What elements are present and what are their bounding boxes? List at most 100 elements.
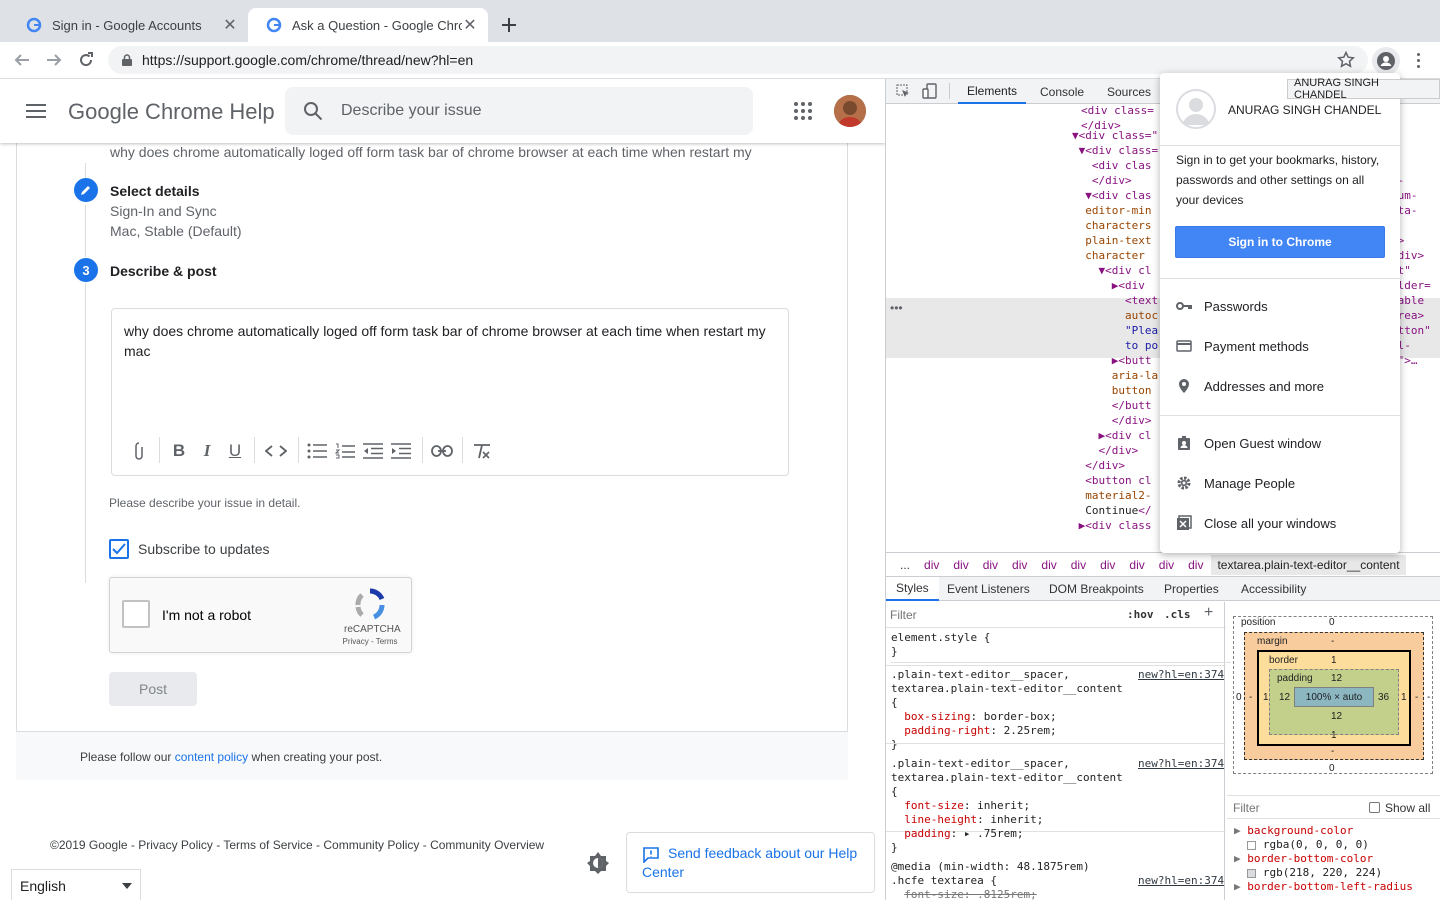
close-tab-icon[interactable]: ✕ [222,17,238,34]
tab-ask-question[interactable]: Ask a Question - Google Chrome ✕ [248,8,488,42]
source-link[interactable]: new?hl=en:374 [1138,874,1224,887]
source-link[interactable]: new?hl=en:374 [1138,757,1224,770]
recaptcha-checkbox[interactable] [122,600,150,628]
language-select[interactable]: English [11,869,141,900]
border-top-value[interactable]: 1 [1331,655,1337,666]
address-bar[interactable]: https://support.google.com/chrome/thread… [108,46,1368,74]
menu-item-passwords[interactable]: Passwords [1160,286,1400,326]
menu-item-addresses[interactable]: Addresses and more [1160,366,1400,406]
element-style-rule[interactable]: element.style { } [891,631,1231,663]
crumb[interactable]: div [1071,558,1086,572]
show-all-checkbox[interactable] [1369,802,1380,813]
device-toolbar-button[interactable] [922,83,938,99]
edit-step-button[interactable] [74,178,98,202]
italic-button[interactable]: I [195,439,219,463]
devtools-tab-sources[interactable]: Sources [1107,79,1151,104]
dom-breakpoints-tab[interactable]: DOM Breakpoints [1049,577,1144,601]
avatar[interactable] [834,95,866,127]
new-tab-button[interactable] [498,14,520,36]
css-value[interactable]: ▸ .75rem; [964,827,1024,840]
numbered-list-button[interactable] [333,439,357,463]
back-button[interactable] [11,49,33,71]
app-title[interactable]: Google Chrome Help [68,99,275,125]
computed-properties[interactable]: ▶ background-color rgba(0, 0, 0, 0) ▶ bo… [1234,824,1413,894]
hamburger-menu-button[interactable] [26,103,46,119]
crumb[interactable]: ... [900,558,910,572]
show-all-label[interactable]: Show all [1385,801,1430,815]
dom-tree-lines[interactable]: ▼<div class=" ▼<div class= <div clas </d… [1072,128,1158,533]
position-top-value[interactable]: 0 [1329,617,1335,628]
padding-top-value[interactable]: 12 [1331,673,1342,684]
css-value[interactable]: 2.25rem; [1004,724,1057,737]
devtools-tab-console[interactable]: Console [1040,79,1084,104]
recaptcha-links[interactable]: Privacy - Terms [340,637,400,646]
css-property[interactable]: padding-right [904,724,990,737]
underline-button[interactable]: U [223,439,247,463]
margin-left-dash[interactable]: - [1249,692,1252,703]
border-left-value[interactable]: 1 [1263,692,1269,703]
margin-top-value[interactable]: - [1331,636,1334,647]
bullet-list-button[interactable] [305,439,329,463]
border-bottom-value[interactable]: 1 [1331,730,1337,741]
padding-right-value[interactable]: 36 [1378,692,1389,703]
cls-toggle[interactable]: .cls [1164,608,1191,622]
css-property[interactable]: box-sizing [904,710,970,723]
computed-property[interactable]: border-bottom-color [1247,852,1373,865]
dark-mode-toggle[interactable] [587,852,609,874]
chrome-menu-button[interactable] [1410,51,1426,69]
computed-filter-input[interactable] [1233,799,1353,817]
menu-item-close-windows[interactable]: Close all your windows [1160,503,1400,543]
content-box[interactable]: 100% × auto [1294,687,1374,707]
css-property[interactable]: line-height [904,813,977,826]
border-right-value[interactable]: 1 [1401,692,1407,703]
subscribe-checkbox[interactable] [109,539,129,559]
css-value[interactable]: inherit; [990,813,1043,826]
css-media-rule[interactable]: @media (min-width: 48.1875rem) .hcfe tex… [891,860,1090,900]
source-link[interactable]: new?hl=en:374 [1138,668,1224,681]
crumb[interactable]: div [1159,558,1174,572]
crumb[interactable]: div [1129,558,1144,572]
event-listeners-tab[interactable]: Event Listeners [947,577,1030,601]
more-dots-icon[interactable]: ••• [890,301,903,315]
description-editor[interactable]: why does chrome automatically loged off … [111,308,789,476]
styles-tab[interactable]: Styles [886,577,939,601]
padding-bottom-value[interactable]: 12 [1331,711,1342,722]
menu-item-manage-people[interactable]: Manage People [1160,463,1400,503]
description-textarea[interactable]: why does chrome automatically loged off … [124,321,774,361]
footer-links[interactable]: ©2019 Google - Privacy Policy - Terms of… [50,838,544,852]
menu-item-payment-methods[interactable]: Payment methods [1160,326,1400,366]
forward-button[interactable] [43,49,65,71]
outdent-button[interactable] [361,439,385,463]
code-button[interactable] [264,439,288,463]
crumb[interactable]: div [1100,558,1115,572]
css-rule-2[interactable]: .plain-text-editor__spacer, textarea.pla… [891,757,1123,855]
color-swatch[interactable] [1247,868,1257,878]
indent-button[interactable] [389,439,413,463]
send-feedback-button[interactable]: Send feedback about our Help Center [626,832,875,893]
attach-button[interactable] [127,439,151,463]
bookmark-star-button[interactable] [1337,51,1355,69]
inspect-element-button[interactable] [896,84,910,98]
styles-filter-input[interactable] [890,605,1115,625]
close-tab-icon[interactable]: ✕ [462,17,478,34]
new-rule-plus-icon[interactable]: + [1204,604,1213,622]
crumb[interactable]: div [924,558,939,572]
css-property[interactable]: font-size [904,799,964,812]
hov-toggle[interactable]: :hov [1127,608,1154,622]
crumb[interactable]: div [1012,558,1027,572]
search-input[interactable] [341,102,721,120]
margin-left-value[interactable]: 0 [1236,692,1242,703]
crumb-selected[interactable]: textarea.plain-text-editor__content [1211,554,1406,575]
menu-item-guest-window[interactable]: Open Guest window [1160,423,1400,463]
computed-property[interactable]: background-color [1247,824,1353,837]
position-right-dash[interactable]: - [1427,692,1430,703]
google-apps-button[interactable] [794,102,812,120]
content-policy-link[interactable]: content policy [175,750,248,764]
css-property[interactable]: padding [904,827,950,840]
search-box[interactable] [285,87,753,135]
margin-right-value[interactable]: - [1415,692,1418,703]
css-value[interactable]: border-box; [984,710,1057,723]
css-rule-1[interactable]: .plain-text-editor__spacer, textarea.pla… [891,668,1123,752]
tab-sign-in[interactable]: Sign in - Google Accounts ✕ [8,8,248,42]
profile-button[interactable] [1372,47,1400,75]
